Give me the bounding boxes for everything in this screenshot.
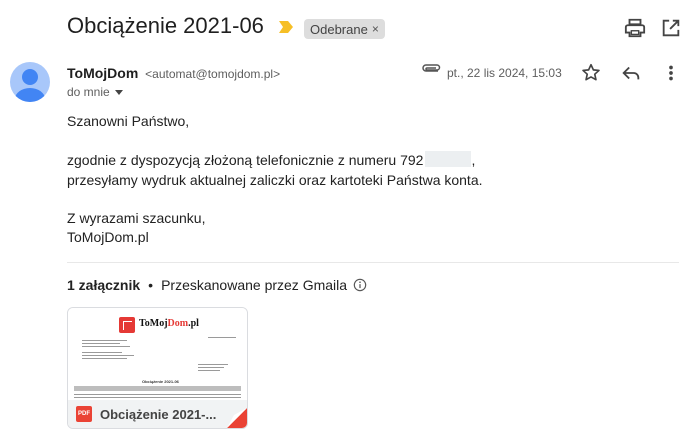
body-closing: Z wyrazami szacunku,: [67, 210, 206, 226]
pdf-file-icon: PDF: [76, 406, 92, 422]
reply-icon[interactable]: [620, 62, 642, 84]
preview-document-title: Obciążenie 2021-06: [142, 379, 179, 384]
body-line-1: zgodnie z dyspozycją złożoną telefoniczn…: [67, 151, 475, 168]
remove-label-icon[interactable]: ×: [372, 22, 379, 36]
preview-text-line: [82, 340, 127, 341]
preview-logo-text: ToMojDom.pl: [139, 318, 199, 329]
star-icon[interactable]: [580, 62, 602, 84]
preview-table-header: [74, 386, 241, 391]
logo-part-2: Dom: [167, 318, 189, 329]
sender-avatar[interactable]: [10, 62, 50, 102]
preview-text-line: [82, 355, 134, 356]
preview-text-line: [82, 352, 122, 353]
attachment-filename: Obciążenie 2021-...: [100, 406, 217, 422]
open-in-new-window-icon[interactable]: [660, 17, 682, 39]
preview-text-line: [82, 343, 120, 344]
preview-text-line: [198, 367, 224, 368]
body-line-1-comma: ,: [471, 152, 476, 168]
sender-line: ToMojDom <automat@tomojdom.pl>: [67, 65, 280, 81]
recipients-label: do mnie: [67, 85, 110, 99]
body-greeting: Szanowni Państwo,: [67, 113, 190, 129]
caret-down-icon: [114, 89, 123, 95]
preview-table-row: [74, 397, 241, 398]
attachments-header: 1 załącznik • Przeskanowane przez Gmaila: [67, 277, 367, 293]
preview-text-line: [208, 337, 236, 338]
label-chip-inbox[interactable]: Odebrane ×: [304, 19, 385, 39]
more-vert-icon[interactable]: [660, 62, 682, 84]
print-icon[interactable]: [624, 17, 646, 39]
preview-text-line: [198, 370, 220, 371]
email-date: pt., 22 lis 2024, 15:03: [447, 66, 562, 80]
attachment-info-bar: PDF Obciążenie 2021-...: [68, 400, 247, 428]
importance-marker-icon[interactable]: [279, 21, 293, 33]
attachment-card[interactable]: ToMojDom.pl Obciążenie 2021-06 PDF Obcią…: [67, 307, 248, 429]
body-signature: ToMojDom.pl: [67, 229, 149, 245]
body-line-2: przesyłamy wydruk aktualnej zaliczki ora…: [67, 172, 483, 188]
preview-text-line: [82, 346, 130, 347]
divider: [67, 262, 679, 263]
person-icon: [15, 69, 45, 102]
tomojdom-logo-icon: [119, 317, 135, 333]
email-subject: Obciążenie 2021-06: [67, 13, 264, 38]
label-chip-text: Odebrane: [310, 21, 368, 37]
preview-text-line: [198, 364, 228, 365]
logo-part-1: ToMoj: [139, 318, 168, 329]
scanned-by-gmail: Przeskanowane przez Gmaila: [161, 277, 348, 293]
redacted-phone-digits: [425, 151, 472, 167]
attachment-count: 1 załącznik: [67, 277, 141, 293]
body-line-1-text: zgodnie z dyspozycją złożoną telefoniczn…: [67, 152, 424, 168]
page-fold-corner-icon: [227, 408, 247, 428]
paperclip-icon: [422, 64, 441, 72]
attachment-preview: ToMojDom.pl Obciążenie 2021-06: [68, 308, 247, 400]
separator-dot: •: [148, 277, 154, 293]
preview-table-row: [74, 394, 241, 395]
recipients-toggle[interactable]: do mnie: [67, 85, 123, 99]
preview-text-line: [82, 358, 127, 359]
info-icon[interactable]: [353, 278, 367, 292]
logo-part-3: .pl: [188, 318, 199, 329]
sender-name[interactable]: ToMojDom: [67, 65, 138, 81]
sender-email: <automat@tomojdom.pl>: [145, 67, 281, 81]
